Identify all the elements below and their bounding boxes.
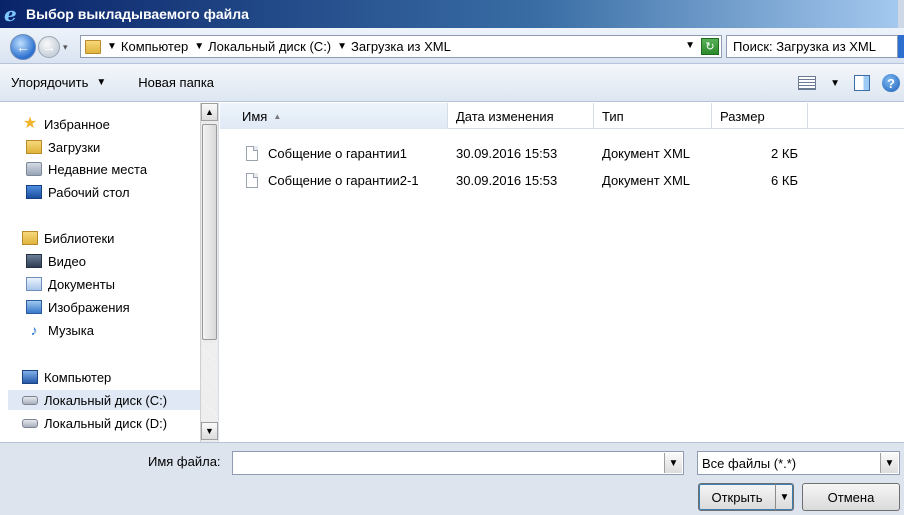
scroll-down-button[interactable]: ▼	[201, 422, 218, 440]
file-type: Документ XML	[602, 172, 691, 188]
breadcrumb-disk-c[interactable]: ▼ Локальный диск (C:)	[194, 39, 331, 54]
file-list: Имя ▲ Дата изменения Тип Размер Собщение…	[220, 103, 904, 442]
downloads-folder-icon	[26, 140, 42, 154]
video-library-icon	[26, 254, 42, 268]
file-size: 6 КБ	[771, 172, 798, 188]
file-icon	[246, 145, 258, 161]
new-folder-button[interactable]: Новая папка	[129, 71, 223, 95]
file-type: Документ XML	[602, 145, 691, 161]
sidebar-item-libraries[interactable]: Библиотеки	[22, 228, 114, 248]
chevron-down-icon[interactable]: ▼	[880, 453, 898, 473]
search-icon[interactable]	[898, 35, 904, 58]
scrollbar-thumb[interactable]	[202, 124, 217, 340]
arrow-right-icon: →	[42, 39, 56, 55]
documents-library-icon	[26, 277, 42, 291]
column-header-date[interactable]: Дата изменения	[448, 103, 594, 129]
view-mode-icon[interactable]	[798, 76, 817, 90]
computer-icon	[22, 370, 38, 384]
help-icon[interactable]: ?	[882, 74, 900, 92]
scrollbar-track[interactable]	[202, 343, 217, 421]
filename-input[interactable]	[232, 451, 684, 475]
address-bar[interactable]: ▼ Компьютер ▼ Локальный диск (C:) ▼ Загрузк…	[80, 35, 722, 58]
chevron-down-icon: ▼	[96, 77, 107, 88]
sidebar-item-desktop[interactable]: Рабочий стол	[26, 182, 130, 202]
file-size: 2 КБ	[771, 145, 798, 161]
refresh-icon[interactable]: ↻	[701, 38, 719, 55]
table-row[interactable]: Собщение о гарантии2-1 30.09.2016 15:53 …	[220, 168, 904, 192]
view-dropdown-icon[interactable]: ▼	[830, 78, 840, 89]
history-dropdown-icon[interactable]: ▾	[63, 42, 68, 53]
filename-dropdown-button[interactable]: ▼	[664, 453, 682, 473]
chevron-down-icon: ▼	[107, 41, 117, 52]
sidebar-item-video[interactable]: Видео	[26, 251, 86, 271]
cancel-button[interactable]: Отмена	[802, 483, 900, 511]
file-name: Собщение о гарантии1	[268, 145, 408, 161]
column-header-name[interactable]: Имя ▲	[220, 103, 448, 129]
star-icon: ★	[22, 115, 38, 132]
sidebar-item-documents[interactable]: Документы	[26, 274, 115, 294]
sidebar-item-downloads[interactable]: Загрузки	[26, 137, 100, 157]
dialog-footer: Имя файла: ▼ Все файлы (*.*) ▼ Открыть ▼…	[0, 442, 904, 515]
filename-label: Имя файла:	[148, 454, 221, 469]
sidebar-item-computer[interactable]: Компьютер	[22, 367, 111, 387]
hard-disk-icon	[22, 418, 38, 428]
hard-disk-icon	[22, 395, 38, 405]
forward-button[interactable]: →	[38, 36, 60, 58]
open-button[interactable]: Открыть ▼	[698, 483, 794, 511]
navigation-bar: ← → ▾ ▼ Компьютер ▼ Локальный диск (C:) ▼ З…	[0, 28, 904, 64]
images-library-icon	[26, 300, 42, 314]
chevron-down-icon: ▼	[337, 41, 348, 52]
search-placeholder: Поиск: Загрузка из XML	[733, 39, 876, 54]
search-input[interactable]: Поиск: Загрузка из XML	[726, 35, 898, 58]
recent-places-icon	[26, 162, 42, 176]
organize-button[interactable]: Упорядочить ▼	[2, 71, 115, 95]
arrow-left-icon: ←	[16, 39, 30, 55]
libraries-icon	[22, 231, 38, 245]
file-date: 30.09.2016 15:53	[456, 172, 558, 188]
address-dropdown-icon[interactable]: ▼	[685, 40, 695, 51]
breadcrumb-xml-folder[interactable]: ▼ Загрузка из XML	[337, 39, 451, 54]
chevron-down-icon: ▼	[194, 41, 205, 52]
file-date: 30.09.2016 15:53	[456, 145, 558, 161]
navigation-pane: ★ Избранное Загрузки Недавние места Рабо…	[0, 103, 219, 442]
file-icon	[246, 172, 258, 188]
file-name: Собщение о гарантии2-1	[268, 172, 419, 188]
close-button-edge[interactable]	[898, 0, 904, 28]
sidebar-item-favorites[interactable]: ★ Избранное	[22, 114, 110, 134]
scroll-up-button[interactable]: ▲	[201, 103, 218, 121]
sidebar-item-images[interactable]: Изображения	[26, 297, 130, 317]
sidebar-item-music[interactable]: ♪ Музыка	[26, 320, 94, 340]
music-note-icon: ♪	[30, 322, 38, 338]
command-toolbar: Упорядочить ▼ Новая папка ▼ ?	[0, 64, 904, 102]
file-type-select[interactable]: Все файлы (*.*) ▼	[697, 451, 900, 475]
desktop-icon	[26, 185, 42, 199]
sidebar-item-disk-c[interactable]: Локальный диск (C:)	[8, 390, 200, 410]
window-title: Выбор выкладываемого файла	[26, 6, 249, 22]
sidebar-scrollbar[interactable]: ▲ ▼	[200, 103, 218, 442]
title-bar: e Выбор выкладываемого файла	[0, 0, 904, 28]
sort-ascending-icon: ▲	[273, 111, 282, 121]
column-header-type[interactable]: Тип	[594, 103, 712, 129]
ie-icon: e	[4, 2, 17, 26]
breadcrumb-computer[interactable]: ▼ Компьютер	[107, 39, 188, 54]
sidebar-item-recent-places[interactable]: Недавние места	[26, 159, 147, 179]
column-header-size[interactable]: Размер	[712, 103, 808, 129]
column-headers: Имя ▲ Дата изменения Тип Размер	[220, 103, 904, 129]
table-row[interactable]: Собщение о гарантии1 30.09.2016 15:53 До…	[220, 141, 904, 165]
back-button[interactable]: ←	[10, 34, 36, 60]
folder-icon	[85, 39, 101, 54]
preview-pane-icon[interactable]	[854, 75, 870, 91]
open-options-dropdown[interactable]: ▼	[775, 484, 793, 510]
sidebar-item-disk-d[interactable]: Локальный диск (D:)	[22, 413, 167, 433]
